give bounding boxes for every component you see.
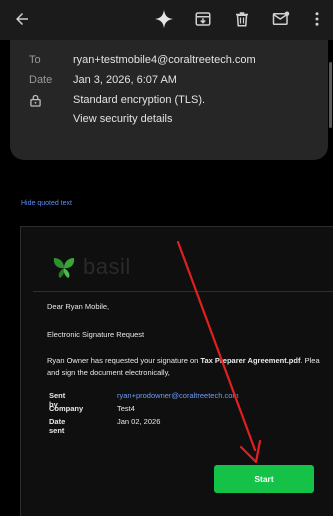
message-details-card: To ryan+testmobile4@coraltreetech.com Da…	[10, 40, 328, 160]
view-security-details-link[interactable]: View security details	[73, 113, 172, 125]
mark-unread-icon[interactable]	[269, 7, 293, 31]
body-prefix: Ryan Owner has requested your signature …	[47, 356, 201, 365]
request-heading: Electronic Signature Request	[47, 330, 145, 339]
sparkle-icon[interactable]	[152, 7, 176, 31]
lock-icon	[30, 94, 41, 110]
logo-text: basil	[83, 254, 131, 279]
field-key: Company	[49, 404, 84, 413]
document-name: Tax Preparer Agreement.pdf	[200, 356, 301, 365]
sender-email-link[interactable]: ryan+prodowner@coraltreetech.com	[117, 391, 239, 400]
more-vert-icon[interactable]	[305, 7, 329, 31]
date-label: Date	[29, 74, 53, 86]
field-value: Jan 02, 2026	[117, 417, 161, 426]
archive-icon[interactable]	[191, 7, 215, 31]
request-body-line1: Ryan Owner has requested your signature …	[47, 356, 320, 365]
body-suffix: . Plea	[300, 356, 320, 365]
back-arrow-icon[interactable]	[10, 7, 34, 31]
delete-icon[interactable]	[230, 7, 254, 31]
greeting: Dear Ryan Mobile,	[47, 302, 110, 311]
quoted-email-body: basil Dear Ryan Mobile, Electronic Signa…	[20, 226, 333, 516]
start-button[interactable]: Start	[214, 465, 314, 493]
request-body-line2: and sign the document electronically,	[47, 368, 170, 377]
field-value: Test4	[117, 404, 135, 413]
to-value: ryan+testmobile4@coraltreetech.com	[73, 54, 256, 66]
encryption-value: Standard encryption (TLS).	[73, 94, 206, 106]
header-divider	[33, 291, 333, 292]
scrollbar[interactable]	[329, 62, 332, 128]
basil-logo: basil	[51, 254, 131, 280]
date-value: Jan 3, 2026, 6:07 AM	[73, 74, 177, 86]
to-label: To	[29, 54, 41, 66]
top-app-bar	[0, 0, 333, 40]
basil-leaf-icon	[53, 258, 75, 278]
hide-quoted-text-link[interactable]: Hide quoted text	[21, 200, 72, 207]
field-key: Date sent	[49, 417, 66, 435]
